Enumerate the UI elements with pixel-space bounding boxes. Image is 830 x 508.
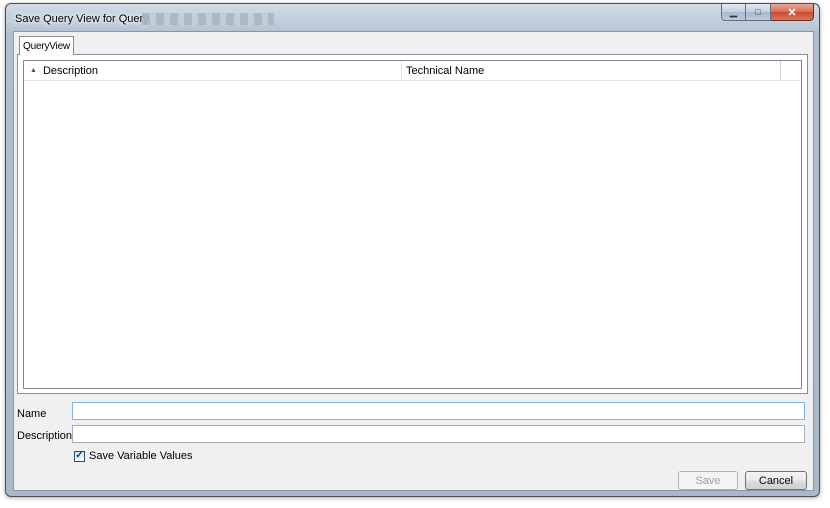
dialog-client-area: QueryView ▲ Description Technical Name N…: [13, 31, 814, 491]
column-header-technical-name[interactable]: Technical Name: [402, 61, 781, 80]
name-input[interactable]: [72, 402, 805, 420]
maximize-button[interactable]: □: [746, 4, 771, 21]
column-header-filler: [781, 61, 801, 80]
close-button[interactable]: ✕: [771, 4, 814, 21]
redacted-query-name: [142, 13, 274, 25]
column-header-technical-name-label: Technical Name: [406, 64, 485, 77]
title-bar[interactable]: Save Query View for Query ▁ □ ✕: [6, 4, 819, 32]
save-variable-values-option[interactable]: ✓ Save Variable Values: [74, 450, 193, 462]
minimize-icon: ▁: [730, 6, 737, 17]
name-label: Name: [17, 408, 47, 420]
checkmark-icon: ✓: [75, 450, 84, 461]
save-button[interactable]: Save: [678, 471, 738, 490]
save-query-view-dialog: Save Query View for Query ▁ □ ✕ QueryVie…: [5, 3, 820, 497]
column-header-description[interactable]: ▲ Description: [24, 61, 402, 80]
tab-page-queryview: ▲ Description Technical Name: [17, 54, 808, 394]
window-title: Save Query View for Query: [15, 13, 149, 25]
sort-ascending-icon: ▲: [30, 67, 37, 74]
minimize-button[interactable]: ▁: [721, 4, 746, 21]
tab-queryview[interactable]: QueryView: [19, 36, 74, 55]
save-variable-values-checkbox[interactable]: ✓: [74, 450, 85, 462]
close-icon: ✕: [787, 6, 797, 19]
maximize-icon: □: [755, 7, 761, 17]
caption-buttons: ▁ □ ✕: [721, 4, 814, 23]
query-view-list[interactable]: ▲ Description Technical Name: [23, 60, 802, 389]
list-header: ▲ Description Technical Name: [24, 61, 801, 81]
cancel-button[interactable]: Cancel: [745, 471, 807, 490]
description-input[interactable]: [72, 425, 805, 443]
save-variable-values-label: Save Variable Values: [89, 450, 193, 462]
column-header-description-label: Description: [42, 64, 98, 77]
description-label: Description: [17, 430, 73, 442]
